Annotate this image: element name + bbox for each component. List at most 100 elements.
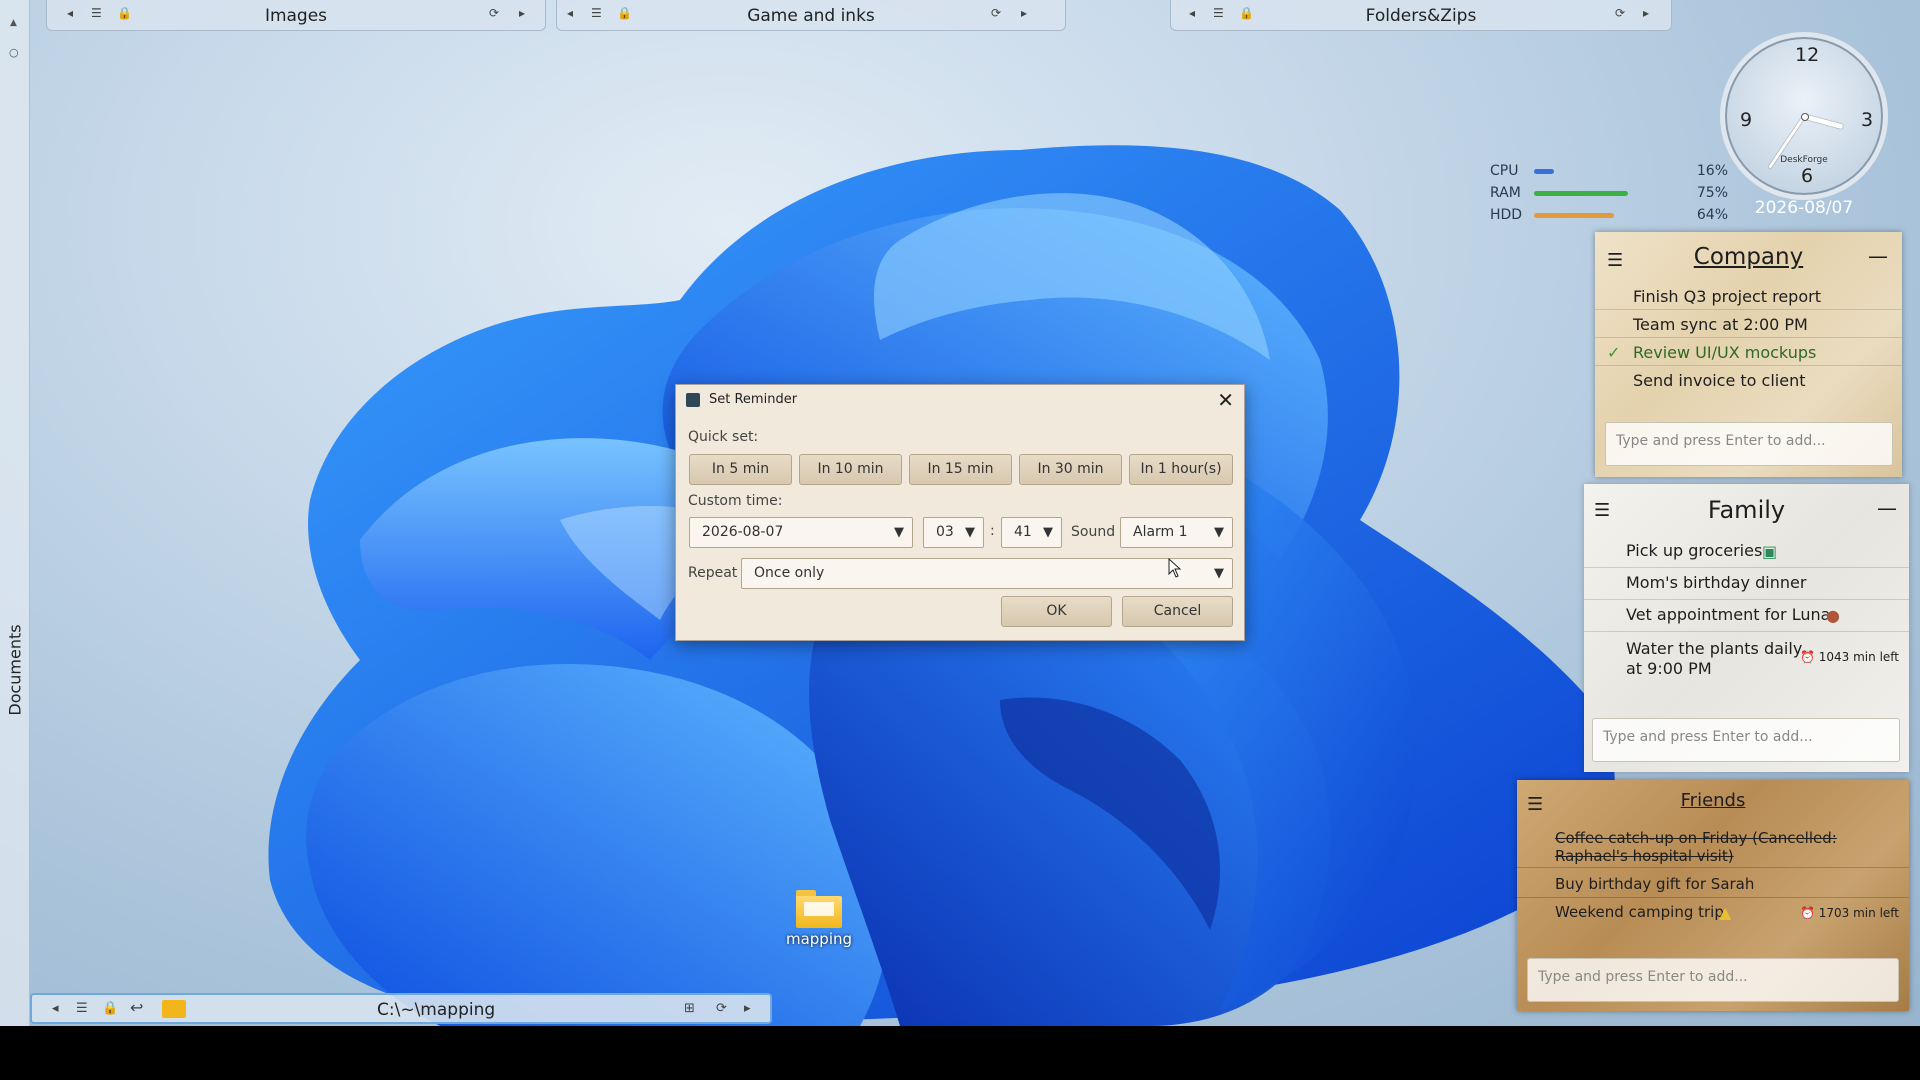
- time-separator: :: [990, 523, 995, 539]
- add-item-input[interactable]: Type and press Enter to add...: [1592, 718, 1900, 762]
- quick-set-label: Quick set:: [688, 429, 759, 445]
- quick-5-min-button[interactable]: In 5 min: [689, 454, 792, 485]
- sound-select[interactable]: Alarm 1 ▼: [1120, 517, 1233, 548]
- collapse-up-icon[interactable]: ▲: [10, 18, 17, 28]
- quick-1-hour-button[interactable]: In 1 hour(s): [1129, 454, 1233, 485]
- mouse-cursor-icon: [1168, 558, 1182, 578]
- refresh-icon[interactable]: ⟳: [716, 1001, 727, 1016]
- check-icon: ✓: [1607, 343, 1621, 362]
- back-icon[interactable]: ↩: [130, 998, 143, 1017]
- clock-numeral-6: 6: [1801, 165, 1814, 187]
- menu-icon[interactable]: ☰: [76, 1001, 88, 1016]
- minute-select[interactable]: 41 ▼: [1001, 517, 1062, 548]
- folder-icon: [794, 890, 844, 928]
- cancel-button[interactable]: Cancel: [1122, 596, 1233, 627]
- usage-bar: [1534, 169, 1554, 174]
- fence-title: Images: [264, 6, 328, 26]
- date-picker[interactable]: 2026-08-07 ▼: [689, 517, 913, 548]
- note-family[interactable]: ☰ Family — Pick up groceries ▣ Mom's birt…: [1584, 484, 1909, 772]
- fence-folders-zips[interactable]: ◂ ☰ 🔒 Folders&Zips ⟳ ▸: [1170, 0, 1672, 31]
- clock-center: [1801, 113, 1809, 121]
- dialog-title: Set Reminder: [709, 392, 798, 407]
- sys-row-ram: RAM 75%: [1490, 185, 1730, 203]
- quick-30-min-button[interactable]: In 30 min: [1019, 454, 1122, 485]
- add-item-input[interactable]: Type and press Enter to add...: [1527, 958, 1899, 1002]
- custom-time-label: Custom time:: [688, 493, 783, 509]
- repeat-label: Repeat: [688, 565, 738, 581]
- tent-icon: ▲: [1719, 903, 1732, 922]
- note-title: Friends: [1680, 790, 1746, 811]
- list-item[interactable]: ✓ Review UI/UX mockups: [1595, 340, 1902, 366]
- fence-images[interactable]: ◂ ☰ 🔒 Images ⟳ ▸: [46, 0, 546, 31]
- sys-row-hdd: HDD 64%: [1490, 207, 1730, 225]
- list-item[interactable]: Coffee catch-up on Friday (Cancelled: Ra…: [1517, 826, 1909, 868]
- next-arrow-icon[interactable]: ▸: [1021, 6, 1027, 20]
- dog-icon: ●: [1826, 606, 1840, 625]
- lock-icon[interactable]: 🔒: [102, 1001, 118, 1016]
- list-item[interactable]: Vet appointment for Luna ●: [1584, 602, 1909, 632]
- sys-row-cpu: CPU 16%: [1490, 163, 1730, 181]
- next-arrow-icon[interactable]: ▸: [519, 6, 525, 20]
- alarm-icon: ⏰: [1799, 650, 1815, 664]
- usage-bar: [1534, 213, 1614, 218]
- refresh-icon[interactable]: ⟳: [991, 6, 1001, 20]
- sound-label: Sound: [1071, 524, 1116, 540]
- pin-icon[interactable]: ○: [9, 46, 19, 59]
- dialog-header[interactable]: Set Reminder ✕: [676, 385, 1244, 415]
- next-arrow-icon[interactable]: ▸: [744, 1001, 751, 1016]
- folder-portal-bar[interactable]: ◂ ☰ 🔒 ↩ C:\~\mapping ⊞ ⟳ ▸: [30, 993, 772, 1024]
- list-item[interactable]: Team sync at 2:00 PM: [1595, 312, 1902, 338]
- grid-view-icon[interactable]: ⊞: [684, 1001, 695, 1016]
- clock-numeral-12: 12: [1795, 44, 1820, 66]
- repeat-select[interactable]: Once only ▼: [741, 558, 1233, 589]
- clock-date: 2026-08/07: [1754, 198, 1854, 218]
- add-item-input[interactable]: Type and press Enter to add...: [1605, 422, 1893, 466]
- chevron-down-icon: ▼: [1214, 566, 1224, 581]
- list-item[interactable]: Send invoice to client: [1595, 368, 1902, 394]
- note-title: Company: [1693, 244, 1804, 270]
- set-reminder-dialog[interactable]: Set Reminder ✕ Quick set: In 5 min In 10…: [675, 384, 1245, 641]
- app-icon: [686, 393, 700, 407]
- time-left: ⏰ 1043 min left: [1799, 650, 1899, 664]
- fence-game-and-inks[interactable]: ◂ ☰ 🔒 Game and inks ⟳ ▸: [556, 0, 1066, 31]
- usage-bar: [1534, 191, 1628, 196]
- list-item[interactable]: Finish Q3 project report: [1595, 284, 1902, 310]
- sys-value: 75%: [1696, 185, 1728, 201]
- alarm-icon: ⏰: [1799, 906, 1815, 920]
- chevron-down-icon: ▼: [1214, 525, 1224, 540]
- clock-brand: DeskForge: [1780, 155, 1828, 165]
- list-item[interactable]: Buy birthday gift for Sarah: [1517, 872, 1909, 898]
- analog-clock: 12 3 6 9 DeskForge: [1720, 32, 1888, 200]
- hour-select[interactable]: 03 ▼: [923, 517, 984, 548]
- hour-hand: [1803, 114, 1844, 130]
- sys-label: RAM: [1490, 185, 1521, 201]
- chevron-down-icon: ▼: [1043, 525, 1053, 540]
- note-title: Family: [1707, 496, 1786, 524]
- minimize-icon[interactable]: —: [1877, 496, 1897, 520]
- sys-label: HDD: [1490, 207, 1523, 223]
- note-friends[interactable]: ☰ Friends Coffee catch-up on Friday (Can…: [1517, 780, 1909, 1011]
- desktop-folder-mapping[interactable]: mapping: [785, 890, 853, 948]
- quick-10-min-button[interactable]: In 10 min: [799, 454, 902, 485]
- list-item[interactable]: Weekend camping trip ▲ ⏰ 1703 min left: [1517, 900, 1909, 926]
- sidebar-label: Documents: [5, 624, 25, 716]
- chevron-down-icon: ▼: [965, 525, 975, 540]
- next-arrow-icon[interactable]: ▸: [1643, 6, 1649, 20]
- sys-value: 64%: [1696, 207, 1728, 223]
- refresh-icon[interactable]: ⟳: [489, 6, 499, 20]
- list-item[interactable]: Mom's birthday dinner: [1584, 570, 1909, 600]
- list-item[interactable]: Pick up groceries ▣: [1584, 538, 1909, 568]
- refresh-icon[interactable]: ⟳: [1615, 6, 1625, 20]
- quick-15-min-button[interactable]: In 15 min: [909, 454, 1012, 485]
- icon-label: mapping: [785, 930, 853, 948]
- list-item[interactable]: Water the plants daily at 9:00 PM ⏰ 1043 …: [1584, 636, 1909, 682]
- folder-icon[interactable]: [162, 1000, 186, 1018]
- ok-button[interactable]: OK: [1001, 596, 1112, 627]
- close-icon[interactable]: ✕: [1217, 388, 1234, 412]
- fence-title: Folders&Zips: [1365, 6, 1477, 26]
- clock-numeral-9: 9: [1740, 109, 1753, 131]
- prev-arrow-icon[interactable]: ◂: [52, 1001, 59, 1016]
- note-company[interactable]: ☰ Company — Finish Q3 project report Tea…: [1595, 232, 1902, 477]
- minimize-icon[interactable]: —: [1868, 244, 1888, 268]
- documents-sidebar[interactable]: ▲ ○ Documents: [0, 0, 30, 1026]
